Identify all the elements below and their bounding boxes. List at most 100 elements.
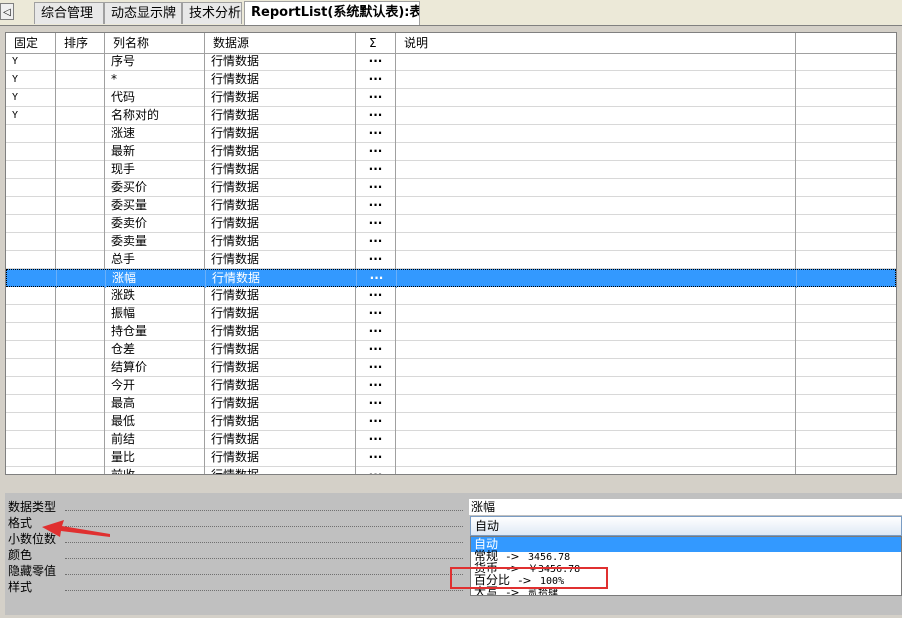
cell-sum-button[interactable]: ··· xyxy=(356,71,396,89)
prop-color[interactable]: 颜色 xyxy=(5,547,467,563)
tab-dongtai[interactable]: 动态显示牌 xyxy=(104,2,182,24)
cell-sort[interactable] xyxy=(56,89,105,107)
cell-data-source[interactable]: 行情数据 xyxy=(205,413,356,431)
table-row[interactable]: 涨速 行情数据 ··· xyxy=(6,125,896,143)
tab-reportlist[interactable]: ReportList(系统默认表):表 xyxy=(244,1,420,25)
table-row[interactable]: 振幅 行情数据 ··· xyxy=(6,305,896,323)
cell-data-source[interactable]: 行情数据 xyxy=(205,449,356,467)
cell-description[interactable] xyxy=(396,125,796,143)
cell-fixed[interactable] xyxy=(6,413,56,431)
cell-description[interactable] xyxy=(396,305,796,323)
cell-description[interactable] xyxy=(396,71,796,89)
cell-fixed[interactable] xyxy=(6,233,56,251)
cell-fixed[interactable] xyxy=(6,287,56,305)
column-grid[interactable]: 固定 排序 列名称 数据源 Σ 说明 Y 序号 行情数据 ··· Y * 行情数据 ··· Y 代… xyxy=(5,32,897,475)
cell-sort[interactable] xyxy=(56,179,105,197)
cell-description[interactable] xyxy=(396,323,796,341)
cell-description[interactable] xyxy=(396,161,796,179)
cell-sort[interactable] xyxy=(56,215,105,233)
cell-sort[interactable] xyxy=(56,323,105,341)
table-row[interactable]: Y 代码 行情数据 ··· xyxy=(6,89,896,107)
cell-fixed[interactable] xyxy=(6,305,56,323)
cell-sum-button[interactable]: ··· xyxy=(356,359,396,377)
table-row[interactable]: 最高 行情数据 ··· xyxy=(6,395,896,413)
cell-data-source[interactable]: 行情数据 xyxy=(205,125,356,143)
cell-fixed[interactable] xyxy=(6,215,56,233)
header-column-name[interactable]: 列名称 xyxy=(105,33,205,53)
cell-column-name[interactable]: 最高 xyxy=(105,395,205,413)
cell-data-source[interactable]: 行情数据 xyxy=(205,107,356,125)
cell-sort[interactable] xyxy=(56,377,105,395)
cell-column-name[interactable]: 委卖量 xyxy=(105,233,205,251)
table-row[interactable]: 最新 行情数据 ··· xyxy=(6,143,896,161)
table-row[interactable]: 总手 行情数据 ··· xyxy=(6,251,896,269)
cell-column-name[interactable]: 前收 xyxy=(105,467,205,474)
table-row[interactable]: 前结 行情数据 ··· xyxy=(6,431,896,449)
cell-column-name[interactable]: 现手 xyxy=(105,161,205,179)
cell-fixed[interactable] xyxy=(6,143,56,161)
table-row[interactable]: Y 名称对的 行情数据 ··· xyxy=(6,107,896,125)
cell-sum-button[interactable]: ··· xyxy=(356,305,396,323)
tab-zonghe[interactable]: 综合管理 xyxy=(34,2,104,24)
cell-column-name[interactable]: 结算价 xyxy=(105,359,205,377)
cell-sum-button[interactable]: ··· xyxy=(356,233,396,251)
cell-description[interactable] xyxy=(396,107,796,125)
cell-sort[interactable] xyxy=(57,270,106,288)
cell-column-name[interactable]: 总手 xyxy=(105,251,205,269)
cell-description[interactable] xyxy=(396,215,796,233)
cell-data-source[interactable]: 行情数据 xyxy=(205,215,356,233)
cell-fixed[interactable] xyxy=(6,467,56,474)
cell-fixed[interactable] xyxy=(6,251,56,269)
header-fixed[interactable]: 固定 xyxy=(6,33,56,53)
cell-sort[interactable] xyxy=(56,125,105,143)
cell-sum-button[interactable]: ··· xyxy=(356,467,396,474)
table-row[interactable]: 涨幅 行情数据 ··· xyxy=(6,269,896,288)
cell-sort[interactable] xyxy=(56,161,105,179)
cell-fixed[interactable] xyxy=(6,395,56,413)
cell-column-name[interactable]: 涨幅 xyxy=(106,270,206,288)
cell-column-name[interactable]: 持仓量 xyxy=(105,323,205,341)
table-row[interactable]: 委卖量 行情数据 ··· xyxy=(6,233,896,251)
cell-fixed[interactable] xyxy=(6,377,56,395)
table-row[interactable]: 前收 行情数据 ··· xyxy=(6,467,896,474)
cell-fixed[interactable] xyxy=(6,197,56,215)
cell-column-name[interactable]: 量比 xyxy=(105,449,205,467)
cell-data-source[interactable]: 行情数据 xyxy=(205,197,356,215)
cell-data-source[interactable]: 行情数据 xyxy=(205,341,356,359)
cell-description[interactable] xyxy=(396,449,796,467)
cell-description[interactable] xyxy=(397,270,797,288)
cell-sort[interactable] xyxy=(56,251,105,269)
cell-fixed[interactable] xyxy=(6,359,56,377)
cell-column-name[interactable]: 序号 xyxy=(105,53,205,71)
table-row[interactable]: 结算价 行情数据 ··· xyxy=(6,359,896,377)
cell-fixed[interactable]: Y xyxy=(6,89,56,107)
cell-fixed[interactable] xyxy=(6,179,56,197)
cell-sort[interactable] xyxy=(56,467,105,474)
table-row[interactable]: 持仓量 行情数据 ··· xyxy=(6,323,896,341)
cell-column-name[interactable]: 振幅 xyxy=(105,305,205,323)
cell-data-source[interactable]: 行情数据 xyxy=(205,53,356,71)
cell-sum-button[interactable]: ··· xyxy=(357,270,397,288)
cell-fixed[interactable] xyxy=(6,449,56,467)
cell-description[interactable] xyxy=(396,377,796,395)
table-row[interactable]: 今开 行情数据 ··· xyxy=(6,377,896,395)
cell-sum-button[interactable]: ··· xyxy=(356,125,396,143)
cell-sort[interactable] xyxy=(56,287,105,305)
cell-data-source[interactable]: 行情数据 xyxy=(205,359,356,377)
cell-column-name[interactable]: 委买量 xyxy=(105,197,205,215)
cell-sort[interactable] xyxy=(56,107,105,125)
cell-sort[interactable] xyxy=(56,413,105,431)
cell-sum-button[interactable]: ··· xyxy=(356,161,396,179)
table-row[interactable]: 委买量 行情数据 ··· xyxy=(6,197,896,215)
cell-description[interactable] xyxy=(396,395,796,413)
cell-description[interactable] xyxy=(396,359,796,377)
tab-jishu[interactable]: 技术分析 xyxy=(182,2,242,24)
cell-sum-button[interactable]: ··· xyxy=(356,53,396,71)
cell-column-name[interactable]: * xyxy=(105,71,205,89)
cell-sum-button[interactable]: ··· xyxy=(356,197,396,215)
table-row[interactable]: 最低 行情数据 ··· xyxy=(6,413,896,431)
cell-description[interactable] xyxy=(396,89,796,107)
cell-description[interactable] xyxy=(396,467,796,474)
cell-data-source[interactable]: 行情数据 xyxy=(205,179,356,197)
cell-sort[interactable] xyxy=(56,53,105,71)
